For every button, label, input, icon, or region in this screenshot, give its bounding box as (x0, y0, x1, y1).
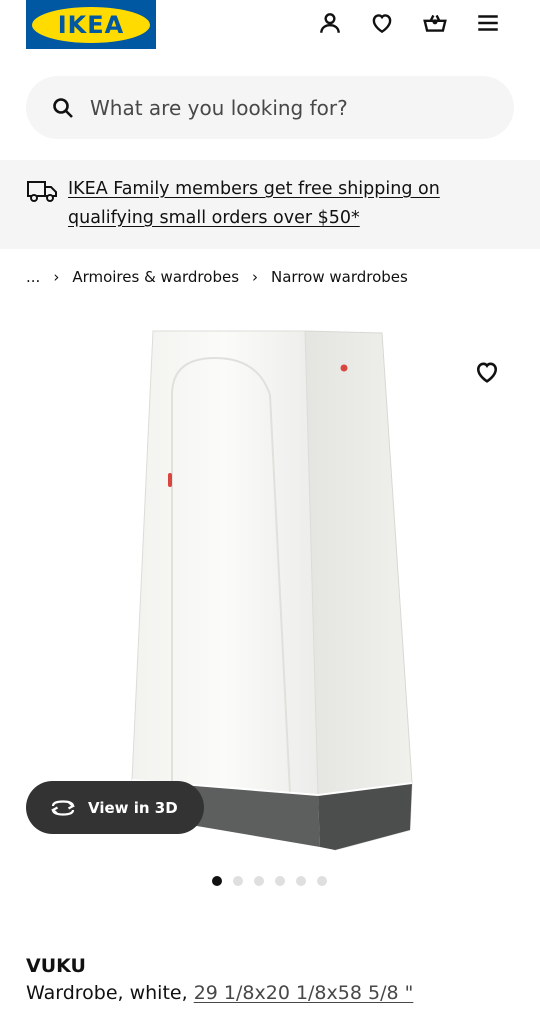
carousel-dot[interactable] (254, 876, 264, 886)
product-measurements-link[interactable]: 29 1/8x20 1/8x58 5/8 " (194, 982, 414, 1004)
carousel-dot[interactable] (296, 876, 306, 886)
product-image[interactable] (120, 325, 420, 855)
truck-icon (26, 178, 58, 204)
carousel-dot[interactable] (275, 876, 285, 886)
account-icon[interactable] (315, 8, 345, 38)
rotate-3d-icon (51, 799, 75, 816)
search-icon (50, 95, 76, 121)
logo-oval: IKEA (32, 6, 150, 43)
breadcrumb-chevron-icon: › (252, 268, 259, 286)
promo-link[interactable]: IKEA Family members get free shipping on… (68, 175, 488, 233)
image-carousel-dots (212, 876, 327, 886)
carousel-dot[interactable] (212, 876, 222, 886)
search-bar[interactable] (26, 76, 514, 139)
heart-icon[interactable] (367, 8, 397, 38)
view-in-3d-label: View in 3D (88, 798, 178, 817)
add-to-wishlist-heart-icon[interactable] (473, 358, 501, 386)
menu-icon[interactable] (473, 8, 503, 38)
view-in-3d-button[interactable]: View in 3D (26, 781, 204, 834)
breadcrumb-ellipsis[interactable]: ... (26, 268, 40, 286)
logo-text: IKEA (57, 10, 125, 39)
carousel-dot[interactable] (317, 876, 327, 886)
breadcrumb-chevron-icon: › (53, 268, 60, 286)
carousel-dot[interactable] (233, 876, 243, 886)
product-name: VUKU (26, 955, 86, 977)
ikea-logo[interactable]: IKEA (26, 0, 156, 49)
product-type: Wardrobe, white, (26, 982, 188, 1004)
product-description: Wardrobe, white, 29 1/8x20 1/8x58 5/8 " (26, 982, 413, 1004)
breadcrumb-item-narrow-wardrobes[interactable]: Narrow wardrobes (271, 268, 408, 286)
basket-icon[interactable] (420, 8, 450, 38)
breadcrumb: ... › Armoires & wardrobes › Narrow ward… (26, 266, 408, 288)
site-header: IKEA (0, 0, 540, 60)
search-input[interactable] (90, 95, 470, 120)
breadcrumb-item-armoires[interactable]: Armoires & wardrobes (72, 268, 239, 286)
